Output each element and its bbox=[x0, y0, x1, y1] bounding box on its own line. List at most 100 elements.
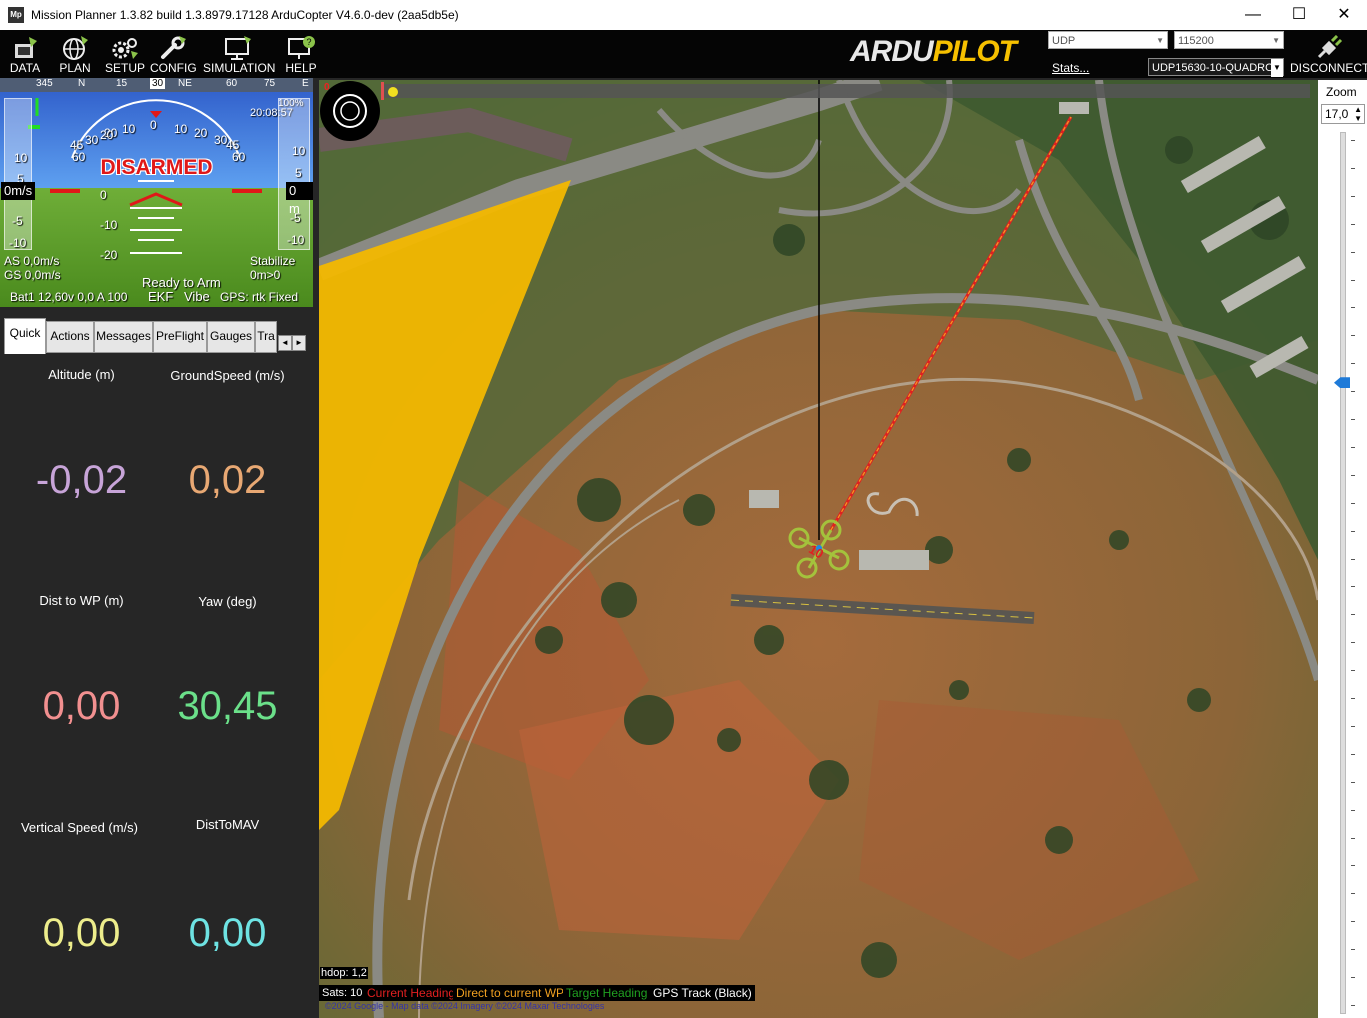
timeline-bar[interactable] bbox=[381, 84, 1310, 98]
zoom-tick bbox=[1351, 446, 1355, 448]
hud-display: 345 N 15 30 NE 60 75 E 30 20 10 0 10 20 … bbox=[0, 78, 313, 307]
link-select-value: UDP15630-10-QUADRO bbox=[1152, 62, 1274, 74]
monitor-icon bbox=[225, 36, 251, 60]
pitch-label: 30 bbox=[85, 133, 99, 147]
pitch-label: 0 bbox=[150, 118, 157, 132]
data-icon bbox=[15, 37, 37, 58]
pitch-label: 20 bbox=[194, 126, 208, 140]
quick-label-vertical-speed: Vertical Speed (m/s) bbox=[20, 820, 139, 835]
minimize-button[interactable]: — bbox=[1230, 0, 1276, 30]
zoom-slider-track[interactable] bbox=[1340, 132, 1346, 1014]
zoom-tick bbox=[1351, 363, 1355, 365]
quick-value-vertical-speed[interactable]: 0,00 bbox=[9, 911, 154, 956]
tab-transponder[interactable]: Tra bbox=[255, 321, 277, 353]
tab-actions[interactable]: Actions bbox=[46, 321, 94, 353]
quick-value-groundspeed[interactable]: 0,02 bbox=[155, 458, 300, 503]
stats-link[interactable]: Stats... bbox=[1052, 61, 1089, 75]
pitch-label: 0 bbox=[100, 188, 107, 202]
timeline-marker bbox=[381, 82, 384, 100]
toolbar-simulation-label: SIMULATION bbox=[203, 61, 276, 75]
legend-current-heading: Current Heading bbox=[364, 985, 459, 1001]
logo-ardu-text: ARDU bbox=[850, 35, 934, 68]
map-view[interactable]: 0 10 hdop: 1,2 Sats: 10 Current Heading … bbox=[319, 80, 1318, 1018]
svg-text:?: ? bbox=[306, 37, 311, 47]
zoom-input[interactable]: 17,0 ▲ ▼ bbox=[1321, 104, 1365, 124]
toolbar-data-button[interactable]: DATA bbox=[2, 30, 48, 78]
toolbar-help-button[interactable]: ? HELP bbox=[278, 30, 324, 78]
zoom-slider-thumb[interactable] bbox=[1334, 377, 1350, 389]
map-copyright: ©2024 Google - Map data ©2024 Imagery ©2… bbox=[325, 1001, 605, 1011]
zoom-tick bbox=[1351, 614, 1355, 616]
ekf-status[interactable]: EKF bbox=[148, 289, 173, 304]
toolbar-setup-button[interactable]: SETUP bbox=[102, 30, 148, 78]
speed-readout: 0m/s bbox=[1, 182, 36, 200]
pitch-label: 10 bbox=[122, 122, 136, 136]
speed-tape-label: 10 bbox=[14, 151, 28, 165]
baud-rate-value: 115200 bbox=[1178, 35, 1214, 47]
alt-tape-label: 5 bbox=[295, 166, 302, 180]
zoom-tick bbox=[1351, 865, 1355, 867]
alt-tape-label: -10 bbox=[287, 233, 305, 247]
zoom-tick bbox=[1351, 698, 1355, 700]
maximize-button[interactable]: ☐ bbox=[1276, 0, 1322, 30]
toolbar-config-button[interactable]: CONFIG bbox=[150, 30, 197, 78]
zoom-tick bbox=[1351, 893, 1355, 895]
speed-tape-label: -10 bbox=[9, 236, 27, 250]
wrench-icon bbox=[161, 36, 186, 59]
help-icon: ? bbox=[288, 36, 315, 59]
zoom-tick bbox=[1351, 558, 1355, 560]
pitch-label: -20 bbox=[100, 248, 118, 262]
chevron-down-icon: ▼ bbox=[1156, 36, 1164, 45]
quick-value-altitude[interactable]: -0,02 bbox=[9, 458, 154, 503]
tab-quick[interactable]: Quick bbox=[4, 318, 46, 354]
tab-scroll-left-button[interactable]: ◄ bbox=[278, 335, 292, 351]
toolbar-plan-button[interactable]: PLAN bbox=[52, 30, 98, 78]
zoom-tick bbox=[1351, 530, 1355, 532]
quick-label-yaw: Yaw (deg) bbox=[198, 594, 257, 609]
vibe-status[interactable]: Vibe bbox=[184, 289, 210, 304]
zoom-panel: Zoom 17,0 ▲ ▼ bbox=[1318, 80, 1367, 1018]
window-title-bar: Mp Mission Planner 1.3.82 build 1.3.8979… bbox=[0, 0, 1367, 30]
pitch-label: 20 bbox=[100, 128, 114, 142]
link-select[interactable]: UDP15630-10-QUADRO ▼ bbox=[1148, 58, 1284, 77]
zoom-tick bbox=[1351, 725, 1355, 727]
connection-type-select[interactable]: UDP ▼ bbox=[1048, 31, 1168, 49]
airspeed-readout: AS 0,0m/s bbox=[4, 254, 60, 268]
altitude-tape bbox=[278, 98, 310, 250]
tab-scroll-right-button[interactable]: ► bbox=[292, 335, 306, 351]
toolbar-plan-label: PLAN bbox=[59, 61, 91, 75]
quick-label-dist-to-wp: Dist to WP (m) bbox=[39, 593, 124, 608]
quick-value-dist-to-wp[interactable]: 0,00 bbox=[9, 684, 154, 729]
zoom-tick bbox=[1351, 251, 1355, 253]
zoom-tick bbox=[1351, 837, 1355, 839]
baud-rate-select[interactable]: 115200 ▼ bbox=[1174, 31, 1284, 49]
spinner-arrows-icon[interactable]: ▲ ▼ bbox=[1354, 105, 1362, 123]
disconnect-button[interactable]: DISCONNECT bbox=[1290, 30, 1367, 78]
zoom-tick bbox=[1351, 781, 1355, 783]
zoom-tick bbox=[1351, 670, 1355, 672]
zoom-tick bbox=[1351, 167, 1355, 169]
legend-target-heading: Target Heading bbox=[563, 985, 651, 1001]
legend-direct-to-wp: Direct to current WP bbox=[453, 985, 568, 1001]
quick-value-dist-to-mav[interactable]: 0,00 bbox=[155, 911, 300, 956]
pitch-label: 10 bbox=[174, 122, 188, 136]
tab-gauges[interactable]: Gauges bbox=[207, 321, 255, 353]
arming-status: DISARMED bbox=[100, 156, 213, 179]
flight-mode: Stabilize bbox=[250, 254, 296, 268]
zoom-tick bbox=[1351, 1005, 1355, 1006]
chevron-down-icon: ▼ bbox=[1272, 36, 1280, 45]
toolbar-help-label: HELP bbox=[285, 61, 317, 75]
timeline-thumb[interactable] bbox=[388, 87, 398, 97]
zoom-tick bbox=[1351, 335, 1355, 337]
legend-gps-track: GPS Track (Black) bbox=[650, 985, 755, 1001]
zoom-tick bbox=[1351, 223, 1355, 225]
close-button[interactable]: ✕ bbox=[1321, 0, 1367, 30]
tab-messages[interactable]: Messages bbox=[94, 321, 153, 353]
zoom-tick bbox=[1351, 140, 1355, 141]
toolbar-config-label: CONFIG bbox=[150, 61, 197, 75]
logo-pilot-text: PILOT bbox=[932, 35, 1017, 68]
toolbar-simulation-button[interactable]: SIMULATION bbox=[203, 30, 276, 78]
tab-preflight[interactable]: PreFlight bbox=[153, 321, 207, 353]
quick-value-yaw[interactable]: 30,45 bbox=[155, 684, 300, 729]
quick-label-altitude: Altitude (m) bbox=[48, 367, 115, 382]
